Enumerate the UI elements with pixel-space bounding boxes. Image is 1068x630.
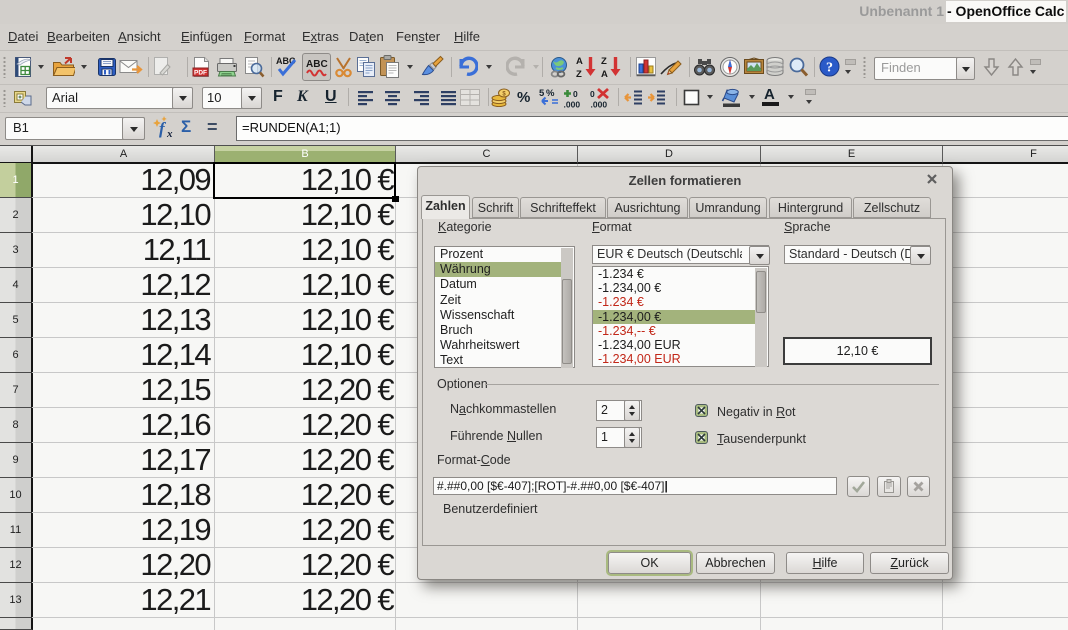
svg-text:Z: Z <box>601 56 607 67</box>
svg-text:A: A <box>601 69 608 79</box>
svg-text:.000: .000 <box>591 100 608 109</box>
svg-text:%: % <box>546 88 555 99</box>
svg-text:x: x <box>166 128 173 139</box>
svg-text:0: 0 <box>573 89 578 99</box>
svg-text:Z: Z <box>576 69 582 79</box>
svg-text:A: A <box>576 56 583 67</box>
svg-text:f: f <box>159 119 167 138</box>
svg-text:?: ? <box>826 61 833 76</box>
svg-text:PDF: PDF <box>194 69 207 76</box>
svg-text:.000: .000 <box>564 100 581 109</box>
svg-text:5: 5 <box>539 88 545 99</box>
svg-text:0: 0 <box>590 89 595 99</box>
svg-text:ABC: ABC <box>306 59 328 70</box>
